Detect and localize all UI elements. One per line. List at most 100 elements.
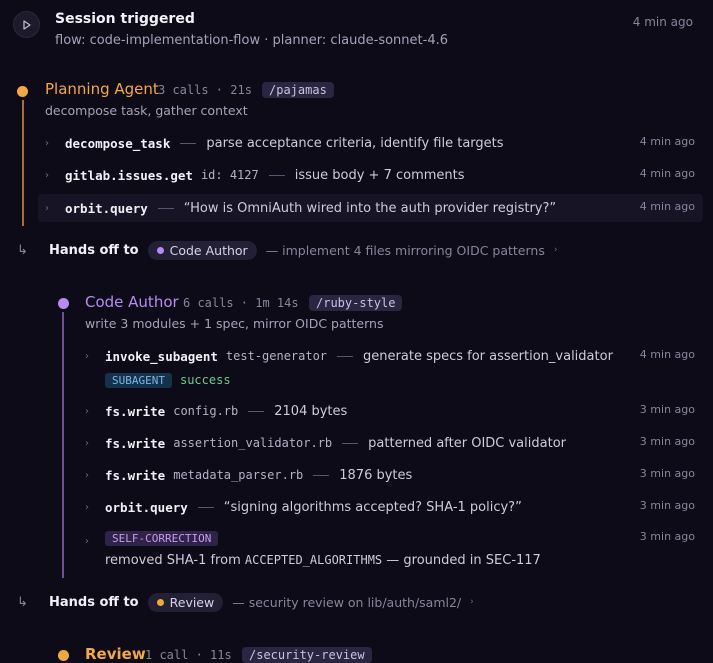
divider — [180, 142, 197, 144]
code-author-dot — [58, 298, 69, 309]
chevron-right-icon: › — [85, 350, 89, 362]
chevron-right-icon: › — [85, 535, 89, 547]
tool-name: fs.write — [105, 435, 166, 451]
row-timestamp: 4 min ago — [639, 200, 695, 213]
agent-dot-icon — [156, 598, 164, 606]
chevron-right-icon[interactable]: › — [554, 245, 558, 255]
handoff-label: Hands off to — [49, 242, 139, 258]
chevron-right-icon: › — [45, 137, 49, 149]
handoff-target-pill[interactable]: Code Author — [147, 240, 257, 260]
chevron-right-icon: › — [85, 437, 89, 449]
review-agent-name[interactable]: Review — [85, 645, 146, 663]
self-correction-row[interactable]: › SELF-CORRECTION 3 min ago — [85, 527, 703, 549]
divider — [342, 442, 359, 444]
subagent-badge: SUBAGENT — [105, 372, 172, 388]
code-author-desc: write 3 modules + 1 spec, mirror OIDC pa… — [85, 316, 384, 331]
tool-call-row[interactable]: › orbit.query “signing algorithms accept… — [85, 496, 703, 518]
tool-call-row[interactable]: › decompose_task parse acceptance criter… — [45, 132, 703, 154]
chevron-right-icon: › — [45, 202, 49, 214]
handoff-arrow-icon: ↳ — [17, 242, 28, 258]
review-agent-meta: 1 call · 11s — [145, 648, 232, 662]
row-timestamp: 3 min ago — [639, 403, 695, 416]
tool-call-row[interactable]: › orbit.query “How is OmniAuth wired int… — [38, 194, 703, 222]
agent-dot-icon — [156, 246, 164, 254]
play-icon — [22, 19, 31, 30]
tool-name: orbit.query — [65, 200, 148, 216]
planning-agent-name[interactable]: Planning Agent — [45, 80, 159, 98]
review-skill-tag[interactable]: /security-review — [242, 647, 372, 663]
handoff-desc: — security review on lib/auth/saml2/ — [232, 594, 462, 610]
tool-call-row[interactable]: › fs.write assertion_validator.rb patter… — [85, 432, 703, 454]
correction-text-after: — grounded in SEC-117 — [382, 552, 541, 568]
tool-desc: patterned after OIDC validator — [368, 435, 566, 451]
handoff-label: Hands off to — [49, 594, 139, 610]
planning-agent-dot — [17, 86, 28, 97]
tool-desc: generate specs for assertion_validator — [363, 348, 613, 364]
row-timestamp: 4 min ago — [639, 167, 695, 180]
tool-call-row[interactable]: › fs.write config.rb 2104 bytes 3 min ag… — [85, 400, 703, 422]
code-author-meta: 6 calls · 1m 14s — [183, 296, 299, 310]
tool-name: fs.write — [105, 403, 166, 419]
play-button[interactable] — [13, 11, 40, 38]
handoff-desc: — implement 4 files mirroring OIDC patte… — [265, 242, 545, 258]
tool-arg: config.rb — [173, 404, 239, 418]
chevron-right-icon[interactable]: › — [470, 597, 474, 607]
subagent-status: SUBAGENT success — [105, 369, 231, 391]
session-title: Session triggered — [55, 11, 195, 27]
chevron-right-icon: › — [85, 405, 89, 417]
review-agent-dot — [58, 650, 69, 661]
divider — [248, 410, 265, 412]
planning-agent-line — [22, 100, 24, 226]
row-timestamp: 3 min ago — [639, 467, 695, 480]
row-timestamp: 4 min ago — [639, 135, 695, 148]
tool-desc: “signing algorithms accepted? SHA-1 poli… — [223, 499, 522, 515]
chevron-right-icon: › — [85, 501, 89, 513]
planning-skill-tag[interactable]: /pajamas — [262, 82, 334, 98]
tool-arg: test-generator — [225, 349, 328, 363]
tool-desc: issue body + 7 comments — [294, 167, 465, 183]
tool-call-row[interactable]: › gitlab.issues.get id: 4127 issue body … — [45, 164, 703, 186]
session-timeline: Session triggered flow: code-implementat… — [0, 0, 713, 663]
code-author-line — [62, 312, 64, 578]
divider — [197, 506, 214, 508]
chevron-right-icon: › — [45, 169, 49, 181]
divider — [268, 174, 285, 176]
handoff-target-pill[interactable]: Review — [147, 592, 224, 612]
subagent-status-text: success — [179, 373, 231, 387]
row-timestamp: 4 min ago — [639, 348, 695, 361]
code-author-skill-tag[interactable]: /ruby-style — [309, 295, 403, 311]
tool-name: invoke_subagent — [105, 348, 218, 364]
correction-code: ACCEPTED_ALGORITHMS — [244, 553, 383, 567]
tool-name: decompose_task — [65, 135, 171, 151]
session-subtitle: flow: code-implementation-flow · planner… — [55, 33, 448, 48]
tool-name: fs.write — [105, 467, 166, 483]
planning-agent-desc: decompose task, gather context — [45, 103, 248, 118]
tool-desc: 2104 bytes — [274, 403, 348, 419]
planning-agent-meta: 3 calls · 21s — [158, 83, 252, 97]
tool-name: gitlab.issues.get — [65, 167, 193, 183]
tool-call-row[interactable]: › fs.write metadata_parser.rb 1876 bytes… — [85, 464, 703, 486]
divider — [157, 207, 174, 209]
code-author-name[interactable]: Code Author — [85, 293, 179, 311]
self-correction-detail: removed SHA-1 from ACCEPTED_ALGORITHMS —… — [105, 549, 541, 571]
tool-desc: parse acceptance criteria, identify file… — [206, 135, 504, 151]
tool-call-row[interactable]: › invoke_subagent test-generator generat… — [85, 345, 703, 367]
divider — [313, 474, 330, 476]
divider — [337, 355, 354, 357]
tool-name: orbit.query — [105, 499, 188, 515]
correction-text-before: removed SHA-1 from — [105, 552, 245, 568]
tool-desc: 1876 bytes — [339, 467, 413, 483]
row-timestamp: 3 min ago — [639, 435, 695, 448]
session-timestamp: 4 min ago — [632, 15, 693, 29]
tool-arg: assertion_validator.rb — [173, 436, 333, 450]
handoff-target: Review — [169, 594, 215, 610]
handoff-row[interactable]: ↳ Hands off to Code Author — implement 4… — [17, 239, 557, 261]
chevron-right-icon: › — [85, 469, 89, 481]
row-timestamp: 3 min ago — [639, 530, 695, 543]
row-timestamp: 3 min ago — [639, 499, 695, 512]
tool-desc: “How is OmniAuth wired into the auth pro… — [183, 200, 557, 216]
handoff-arrow-icon: ↳ — [17, 594, 28, 610]
handoff-row[interactable]: ↳ Hands off to Review — security review … — [17, 591, 474, 613]
self-correction-badge: SELF-CORRECTION — [105, 530, 219, 546]
tool-arg: id: 4127 — [200, 168, 259, 182]
